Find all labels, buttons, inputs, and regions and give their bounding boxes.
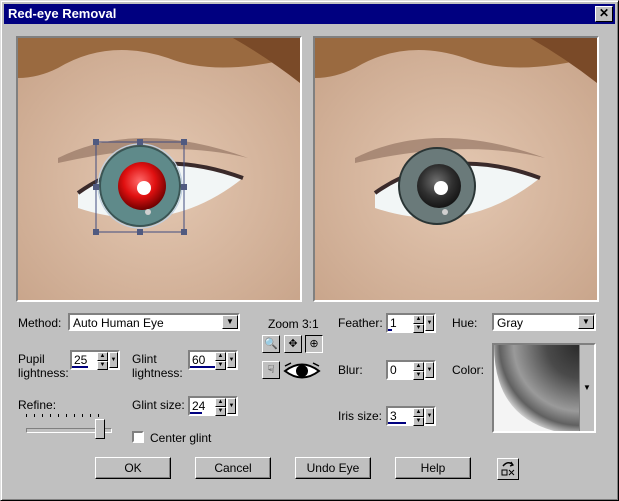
blur-spin-buttons[interactable]: ▲ ▼ [413, 362, 424, 380]
glint-lightness-spinner[interactable]: 60 ▲ ▼ ▼ [188, 350, 238, 370]
glint-size-label: Glint size: [132, 398, 185, 412]
glint-size-dropdown-icon[interactable]: ▼ [227, 398, 236, 414]
method-value: Auto Human Eye [73, 316, 164, 330]
before-preview[interactable] [16, 36, 302, 302]
feather-value: 1 [390, 316, 397, 330]
method-label: Method: [18, 316, 61, 330]
spin-down-icon[interactable]: ▼ [413, 417, 424, 426]
cancel-button[interactable]: Cancel [195, 457, 271, 479]
chevron-down-icon[interactable]: ▼ [578, 315, 594, 329]
glint-size-spin-buttons[interactable]: ▲ ▼ [215, 398, 226, 416]
pupil-lightness-level [72, 366, 88, 368]
help-button[interactable]: Help [395, 457, 471, 479]
method-label-text: Method: [18, 316, 62, 330]
zoom-in-icon: ⊕ [309, 338, 319, 350]
glint-label-2: lightness: [132, 366, 183, 380]
spin-down-icon[interactable]: ▼ [215, 407, 226, 416]
spin-down-icon[interactable]: ▼ [413, 324, 424, 333]
after-preview [313, 36, 599, 302]
reset-button[interactable] [497, 458, 519, 480]
close-icon: ✕ [598, 6, 610, 20]
reset-icon [501, 461, 515, 476]
pupil-spin-buttons[interactable]: ▲ ▼ [97, 352, 108, 370]
glint-lightness-value: 60 [192, 353, 206, 367]
spin-up-icon[interactable]: ▲ [413, 362, 424, 371]
color-swatch[interactable]: ▼ [492, 343, 596, 433]
blur-label: Blur: [338, 363, 363, 377]
iris-size-value: 3 [390, 409, 397, 423]
iris-size-spinner[interactable]: 3 ▲ ▼ ▼ [386, 406, 436, 426]
blur-spinner[interactable]: 0 ▲ ▼ ▼ [386, 360, 436, 380]
chevron-down-icon[interactable]: ▼ [222, 315, 238, 329]
iris-size-spin-buttons[interactable]: ▲ ▼ [413, 408, 424, 426]
spin-up-icon[interactable]: ▲ [215, 352, 226, 361]
feather-label: Feather: [338, 316, 383, 330]
after-eye-image [315, 38, 597, 300]
center-glint-label: Center glint [150, 431, 212, 445]
method-dropdown[interactable]: Auto Human Eye ▼ [68, 313, 240, 331]
locate-button[interactable]: ☟ [262, 361, 280, 379]
close-button[interactable]: ✕ [595, 6, 613, 22]
blur-value: 0 [390, 363, 397, 377]
spin-up-icon[interactable]: ▲ [97, 352, 108, 361]
feather-dropdown-icon[interactable]: ▼ [425, 315, 434, 331]
center-glint-checkbox[interactable] [132, 431, 144, 443]
hue-value: Gray [497, 316, 524, 330]
spin-up-icon[interactable]: ▲ [413, 315, 424, 324]
pupil-dropdown-icon[interactable]: ▼ [109, 352, 118, 368]
glint-lightness-level [190, 366, 218, 368]
glint-size-level [190, 412, 202, 414]
spin-down-icon[interactable]: ▼ [413, 371, 424, 380]
iris-size-dropdown-icon[interactable]: ▼ [425, 408, 434, 424]
color-label: Color: [452, 363, 485, 377]
spin-up-icon[interactable]: ▲ [413, 408, 424, 417]
undo-eye-button[interactable]: Undo Eye [295, 457, 371, 479]
ok-button[interactable]: OK [95, 457, 171, 479]
pupil-label-1: Pupil [18, 352, 45, 366]
eye-view-icon[interactable] [283, 360, 321, 382]
title-bar: Red-eye Removal ✕ [4, 4, 615, 24]
feather-level [388, 329, 392, 331]
feather-spin-buttons[interactable]: ▲ ▼ [413, 315, 424, 333]
pupil-label-2: lightness: [18, 366, 69, 380]
glint-size-value: 24 [192, 399, 206, 413]
glint-dropdown-icon[interactable]: ▼ [227, 352, 236, 368]
spin-down-icon[interactable]: ▼ [97, 361, 108, 370]
glint-label-1: Glint [132, 352, 157, 366]
refine-label: Refine: [18, 398, 57, 412]
iris-size-label: Iris size: [338, 409, 383, 423]
iris-size-level [388, 422, 406, 424]
color-dropdown-icon[interactable]: ▼ [579, 345, 594, 431]
move-icon: ✥ [288, 338, 298, 350]
before-eye-image[interactable] [18, 38, 300, 300]
pan-button[interactable]: ✥ [284, 335, 302, 353]
zoom-in-button[interactable]: ⊕ [305, 335, 323, 353]
dialog-title: Red-eye Removal [8, 6, 117, 21]
zoom-out-button[interactable]: 🔍 [262, 335, 280, 353]
iris-texture-preview [494, 345, 580, 431]
pupil-lightness-value: 25 [74, 353, 88, 367]
spin-down-icon[interactable]: ▼ [215, 361, 226, 370]
feather-spinner[interactable]: 1 ▲ ▼ ▼ [386, 313, 436, 333]
hue-dropdown[interactable]: Gray ▼ [492, 313, 596, 331]
zoom-out-icon: 🔍 [264, 338, 278, 350]
pupil-lightness-spinner[interactable]: 25 ▲ ▼ ▼ [70, 350, 120, 370]
glint-spin-buttons[interactable]: ▲ ▼ [215, 352, 226, 370]
refine-slider-thumb[interactable] [95, 419, 105, 439]
blur-dropdown-icon[interactable]: ▼ [425, 362, 434, 378]
spin-up-icon[interactable]: ▲ [215, 398, 226, 407]
eye-icon [283, 362, 321, 379]
hue-label: Hue: [452, 316, 478, 330]
zoom-label: Zoom 3:1 [268, 317, 319, 331]
glint-size-spinner[interactable]: 24 ▲ ▼ ▼ [188, 396, 238, 416]
hand-icon: ☟ [267, 364, 275, 376]
